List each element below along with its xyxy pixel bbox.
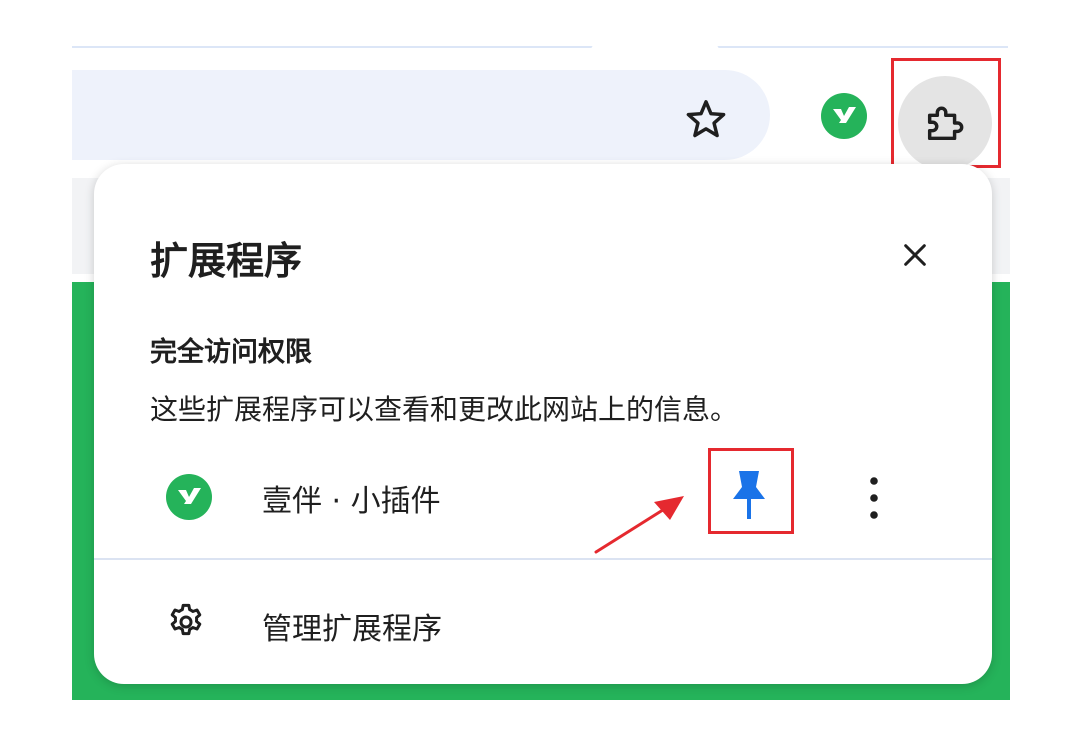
extension-more-button[interactable] xyxy=(850,470,898,526)
yiban-extension-button[interactable] xyxy=(820,92,868,140)
extension-name[interactable]: 壹伴 · 小插件 xyxy=(262,476,441,520)
yiban-logo-icon xyxy=(821,93,867,139)
puzzle-highlight-box xyxy=(891,58,1001,168)
popup-title: 扩展程序 xyxy=(150,239,303,283)
tab-edge xyxy=(590,40,720,54)
extensions-popup: 扩展程序 完全访问权限 这些扩展程序可以查看和更改此网站上的信息。 壹伴 · 小… xyxy=(94,164,992,684)
more-vert-icon xyxy=(870,477,878,519)
star-outline-icon xyxy=(686,100,726,138)
yiban-logo-icon xyxy=(166,474,212,520)
close-button[interactable] xyxy=(890,230,940,280)
extension-row-icon xyxy=(166,474,212,520)
popup-divider xyxy=(94,558,992,560)
address-bar[interactable] xyxy=(72,70,770,160)
close-icon xyxy=(904,244,926,266)
annotation-arrow xyxy=(594,496,684,554)
manage-extensions-link[interactable]: 管理扩展程序 xyxy=(262,604,442,648)
gear-icon[interactable] xyxy=(162,598,210,646)
full-access-heading: 完全访问权限 xyxy=(150,337,312,368)
pin-highlight-box xyxy=(708,448,794,534)
bookmark-star-button[interactable] xyxy=(678,92,734,148)
tab-strip-border xyxy=(72,46,1008,48)
full-access-description: 这些扩展程序可以查看和更改此网站上的信息。 xyxy=(150,393,739,426)
gear-icon xyxy=(170,603,202,636)
